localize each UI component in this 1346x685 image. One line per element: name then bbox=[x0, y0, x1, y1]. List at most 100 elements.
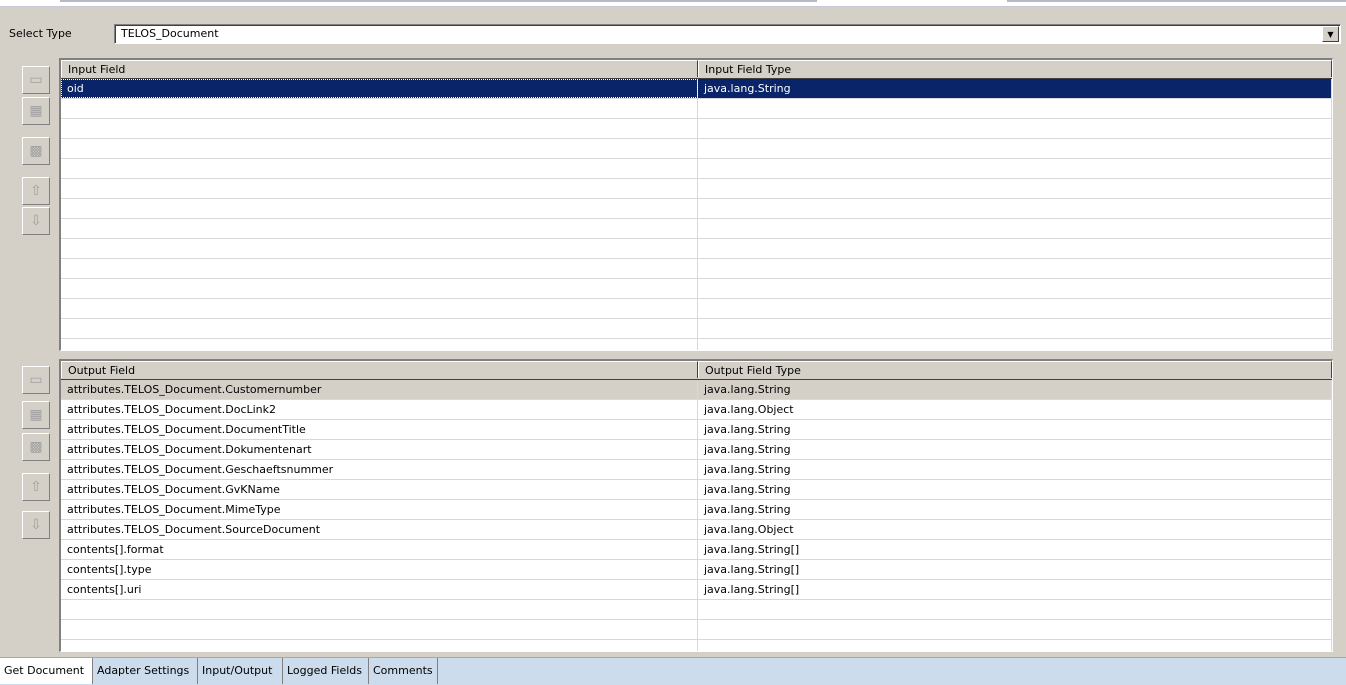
output-field-type-cell[interactable]: java.lang.Object bbox=[698, 400, 1332, 419]
empty-table-row bbox=[61, 119, 1332, 139]
empty-cell bbox=[698, 199, 1332, 218]
move-up-icon: ⇧ bbox=[30, 479, 42, 495]
insert-row-button[interactable]: ▦ bbox=[22, 401, 50, 429]
top-strip-segment bbox=[1007, 0, 1346, 2]
output-field-cell[interactable]: attributes.TELOS_Document.DocLink2 bbox=[61, 400, 698, 419]
empty-cell bbox=[698, 119, 1332, 138]
empty-table-row bbox=[61, 159, 1332, 179]
table-row[interactable]: attributes.TELOS_Document.Geschaeftsnumm… bbox=[61, 460, 1332, 480]
output-field-type-cell[interactable]: java.lang.String[] bbox=[698, 560, 1332, 579]
table-row[interactable]: attributes.TELOS_Document.GvKName java.l… bbox=[61, 480, 1332, 500]
output-field-cell[interactable]: contents[].format bbox=[61, 540, 698, 559]
move-up-button[interactable]: ⇧ bbox=[22, 177, 50, 205]
output-field-cell[interactable]: attributes.TELOS_Document.Geschaeftsnumm… bbox=[61, 460, 698, 479]
output-field-type-cell[interactable]: java.lang.Object bbox=[698, 520, 1332, 539]
move-down-icon: ⇩ bbox=[30, 213, 42, 229]
input-field-table: Input Field Input Field Type oid java.la… bbox=[59, 58, 1333, 351]
empty-cell bbox=[698, 239, 1332, 258]
empty-table-row bbox=[61, 319, 1332, 339]
input-table-header: Input Field Input Field Type bbox=[61, 60, 1332, 79]
empty-cell bbox=[61, 199, 698, 218]
output-field-type-cell[interactable]: java.lang.String bbox=[698, 420, 1332, 439]
tab-get-document[interactable]: Get Document bbox=[0, 658, 93, 684]
output-field-type-column-header[interactable]: Output Field Type bbox=[698, 361, 1332, 378]
output-field-cell[interactable]: contents[].type bbox=[61, 560, 698, 579]
tab-comments[interactable]: Comments bbox=[369, 658, 438, 684]
tab-logged-fields[interactable]: Logged Fields bbox=[283, 658, 369, 684]
output-field-type-cell[interactable]: java.lang.String bbox=[698, 440, 1332, 459]
chevron-down-icon[interactable]: ▼ bbox=[1322, 26, 1339, 42]
table-row[interactable]: oid java.lang.String bbox=[61, 79, 1332, 99]
select-type-value: TELOS_Document bbox=[121, 27, 219, 40]
output-field-cell[interactable]: contents[].uri bbox=[61, 580, 698, 599]
table-row[interactable]: attributes.TELOS_Document.Customernumber… bbox=[61, 380, 1332, 400]
add-row-button[interactable]: ▭ bbox=[22, 366, 50, 394]
delete-row-icon: ▩ bbox=[29, 439, 43, 455]
input-field-type-cell[interactable]: java.lang.String bbox=[698, 79, 1332, 98]
add-row-icon: ▭ bbox=[29, 72, 43, 88]
output-field-cell[interactable]: attributes.TELOS_Document.MimeType bbox=[61, 500, 698, 519]
empty-table-row bbox=[61, 279, 1332, 299]
table-row[interactable]: attributes.TELOS_Document.DocLink2 java.… bbox=[61, 400, 1332, 420]
tab-adapter-settings[interactable]: Adapter Settings bbox=[93, 658, 198, 684]
top-strip bbox=[0, 0, 1346, 7]
move-down-button[interactable]: ⇩ bbox=[22, 207, 50, 235]
output-field-type-cell[interactable]: java.lang.String bbox=[698, 500, 1332, 519]
output-field-type-cell[interactable]: java.lang.String bbox=[698, 380, 1332, 399]
input-field-type-column-header[interactable]: Input Field Type bbox=[698, 60, 1332, 77]
output-field-column-header[interactable]: Output Field bbox=[61, 361, 698, 378]
tab-input-output[interactable]: Input/Output bbox=[198, 658, 283, 684]
move-down-icon: ⇩ bbox=[30, 517, 42, 533]
tab-bar: Get Document Adapter Settings Input/Outp… bbox=[0, 657, 1346, 685]
output-field-cell[interactable]: attributes.TELOS_Document.Customernumber bbox=[61, 380, 698, 399]
output-field-cell[interactable]: attributes.TELOS_Document.Dokumentenart bbox=[61, 440, 698, 459]
select-type-row: Select Type TELOS_Document ▼ bbox=[9, 24, 1341, 44]
output-field-cell[interactable]: attributes.TELOS_Document.SourceDocument bbox=[61, 520, 698, 539]
empty-table-row bbox=[61, 339, 1332, 350]
output-field-cell[interactable]: attributes.TELOS_Document.DocumentTitle bbox=[61, 420, 698, 439]
empty-cell bbox=[698, 279, 1332, 298]
output-table-header: Output Field Output Field Type bbox=[61, 361, 1332, 380]
empty-cell bbox=[61, 600, 698, 619]
empty-cell bbox=[61, 259, 698, 278]
table-row[interactable]: attributes.TELOS_Document.Dokumentenart … bbox=[61, 440, 1332, 460]
empty-cell bbox=[61, 139, 698, 158]
insert-row-icon: ▦ bbox=[29, 407, 43, 423]
output-field-type-cell[interactable]: java.lang.String bbox=[698, 480, 1332, 499]
delete-row-button[interactable]: ▩ bbox=[22, 137, 50, 165]
output-field-type-cell[interactable]: java.lang.String[] bbox=[698, 540, 1332, 559]
empty-cell bbox=[698, 620, 1332, 639]
empty-table-row bbox=[61, 179, 1332, 199]
table-row[interactable]: contents[].uri java.lang.String[] bbox=[61, 580, 1332, 600]
empty-cell bbox=[61, 339, 698, 350]
add-row-button[interactable]: ▭ bbox=[22, 66, 50, 94]
empty-table-row bbox=[61, 199, 1332, 219]
empty-cell bbox=[698, 339, 1332, 350]
input-field-cell[interactable]: oid bbox=[61, 79, 698, 98]
empty-table-row bbox=[61, 640, 1332, 651]
empty-cell bbox=[698, 299, 1332, 318]
empty-cell bbox=[698, 259, 1332, 278]
empty-table-row bbox=[61, 620, 1332, 640]
empty-table-row bbox=[61, 219, 1332, 239]
table-row[interactable]: attributes.TELOS_Document.SourceDocument… bbox=[61, 520, 1332, 540]
table-row[interactable]: contents[].type java.lang.String[] bbox=[61, 560, 1332, 580]
empty-cell bbox=[698, 99, 1332, 118]
add-row-icon: ▭ bbox=[29, 372, 43, 388]
output-field-type-cell[interactable]: java.lang.String[] bbox=[698, 580, 1332, 599]
table-row[interactable]: contents[].format java.lang.String[] bbox=[61, 540, 1332, 560]
table-row[interactable]: attributes.TELOS_Document.DocumentTitle … bbox=[61, 420, 1332, 440]
move-down-button[interactable]: ⇩ bbox=[22, 511, 50, 539]
output-field-cell[interactable]: attributes.TELOS_Document.GvKName bbox=[61, 480, 698, 499]
empty-cell bbox=[698, 179, 1332, 198]
delete-row-button[interactable]: ▩ bbox=[22, 433, 50, 461]
select-type-dropdown[interactable]: TELOS_Document ▼ bbox=[114, 24, 1341, 44]
input-field-column-header[interactable]: Input Field bbox=[61, 60, 698, 77]
table-row[interactable]: attributes.TELOS_Document.MimeType java.… bbox=[61, 500, 1332, 520]
output-field-type-cell[interactable]: java.lang.String bbox=[698, 460, 1332, 479]
insert-row-button[interactable]: ▦ bbox=[22, 97, 50, 125]
empty-cell bbox=[61, 219, 698, 238]
empty-table-row bbox=[61, 139, 1332, 159]
move-up-button[interactable]: ⇧ bbox=[22, 473, 50, 501]
output-field-table: Output Field Output Field Type attribute… bbox=[59, 359, 1333, 652]
